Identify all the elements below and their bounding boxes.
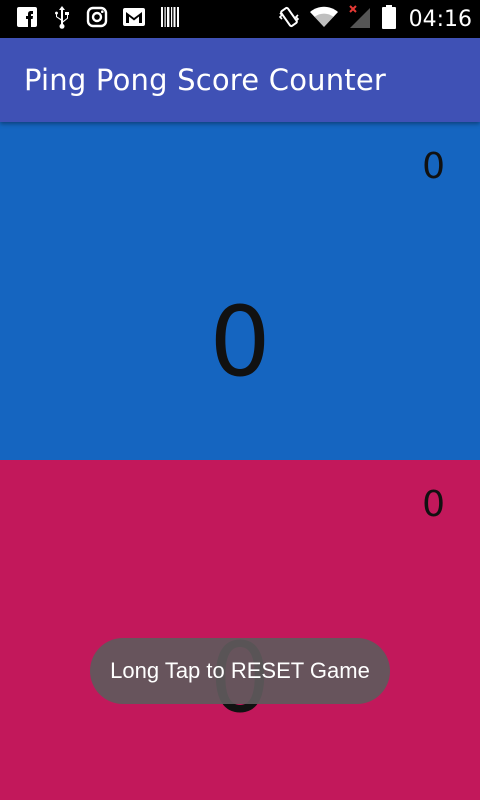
vibrate-icon (277, 5, 301, 34)
player-two-panel[interactable]: 0 0 (0, 460, 480, 800)
player-one-panel[interactable]: 0 0 (0, 122, 480, 460)
screen: 04:16 Ping Pong Score Counter 0 0 0 0 Lo… (0, 0, 480, 800)
system-icons: 04:16 (277, 4, 472, 35)
facebook-icon (16, 6, 38, 33)
usb-icon (52, 5, 72, 34)
instagram-icon (86, 6, 108, 33)
page-title: Ping Pong Score Counter (24, 63, 387, 97)
notification-icons (16, 5, 180, 34)
status-bar: 04:16 (0, 0, 480, 38)
app-bar: Ping Pong Score Counter (0, 38, 480, 122)
wifi-icon (309, 5, 339, 34)
battery-icon (381, 4, 397, 35)
barcode-icon (160, 6, 180, 33)
player-one-points-score: 0 (209, 286, 271, 398)
clock: 04:16 (408, 6, 472, 32)
signal-icon (347, 4, 373, 35)
gmail-icon (122, 6, 146, 33)
player-two-sets-score: 0 (422, 484, 445, 525)
toast-message: Long Tap to RESET Game (90, 638, 390, 704)
player-one-sets-score: 0 (422, 146, 445, 187)
